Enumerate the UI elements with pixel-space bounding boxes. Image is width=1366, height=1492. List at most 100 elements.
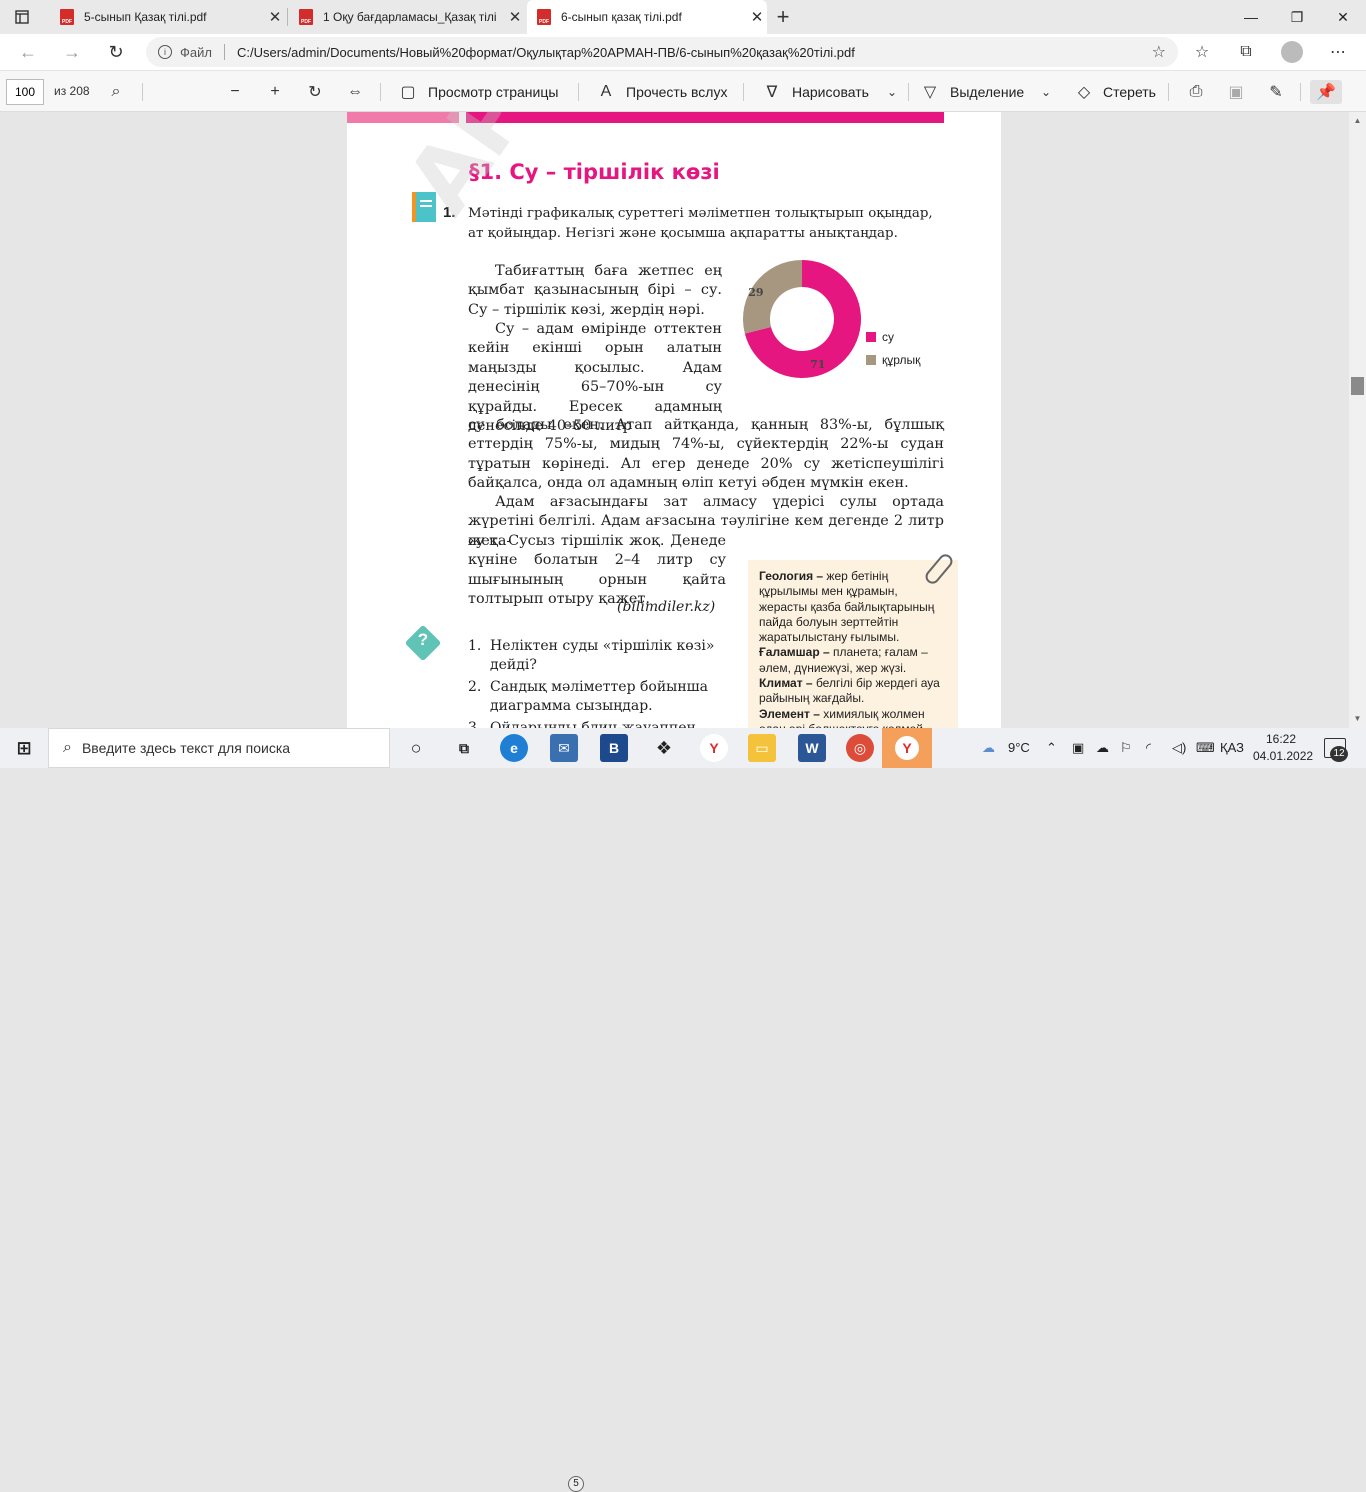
dropbox-icon[interactable]: ❖	[650, 734, 678, 762]
info-icon[interactable]: i	[158, 45, 172, 59]
save-icon[interactable]: ▣	[1224, 80, 1248, 104]
taskbar: ⊞ ⌕ Введите здесь текст для поиска ○ ⧉ e…	[0, 728, 1366, 1492]
toolbar-divider	[1300, 83, 1301, 101]
url-divider	[223, 44, 225, 60]
read-aloud-icon[interactable]: A	[594, 80, 618, 104]
pdf-page: §1. Су – тіршілік көзі 1. Мәтінді график…	[347, 112, 1001, 728]
weather-icon[interactable]: ☁	[982, 740, 995, 756]
questions-list: 1. Неліктен суды «тіршілік көзі» дейді? 2.…	[468, 637, 728, 728]
rotate-icon[interactable]: ↻	[303, 80, 327, 104]
legend-label: құрлық	[882, 353, 921, 367]
paragraph-3: су болады екен. Атап айтқанда, қанның 83…	[468, 417, 944, 492]
question-number: 3.	[468, 720, 482, 728]
refresh-icon[interactable]: ↻	[102, 38, 130, 66]
scroll-up-icon[interactable]: ▲	[1351, 116, 1364, 128]
section-heading: §1. Су – тіршілік көзі	[469, 160, 720, 184]
data-label: 71	[810, 358, 825, 371]
restore-icon[interactable]: ❐	[1274, 0, 1320, 34]
glossary-entry: Ғаламшар – планета; ғалам – әлем, дүниеж…	[759, 645, 948, 676]
favorites-icon[interactable]: ☆	[1188, 38, 1216, 66]
tab-label: 1 Оқу бағдарламасы_Қазақ тілі	[323, 10, 497, 24]
word-icon[interactable]: W	[798, 734, 826, 762]
language-indicator[interactable]: ҚАЗ	[1220, 740, 1244, 755]
legend-label: су	[882, 330, 894, 344]
forward-icon[interactable]: →	[58, 38, 86, 66]
question-mark: ?	[417, 630, 429, 649]
scroll-down-icon[interactable]: ▼	[1351, 714, 1364, 726]
tab-actions-icon[interactable]	[8, 3, 36, 31]
clock-date[interactable]: 04.01.2022	[1253, 749, 1313, 763]
yandex-icon[interactable]: Y	[700, 734, 728, 762]
print-icon[interactable]: ⎙	[1184, 80, 1208, 104]
highlight-button[interactable]: Выделение	[950, 84, 1024, 100]
clock-time[interactable]: 16:22	[1266, 732, 1296, 746]
mail-badge: 5	[568, 1476, 584, 1492]
eraser-icon[interactable]: ◇	[1072, 80, 1096, 104]
yandex-browser-active[interactable]: Y	[882, 728, 932, 768]
close-icon[interactable]: ✕	[747, 8, 767, 26]
keyboard-icon[interactable]: ⌨	[1196, 740, 1215, 756]
page-view-button[interactable]: Просмотр страницы	[428, 84, 558, 100]
page-number-input[interactable]: 100	[6, 79, 44, 105]
highlight-icon[interactable]: ▽	[918, 80, 942, 104]
scheme-label: Файл	[180, 44, 212, 60]
erase-button[interactable]: Стереть	[1103, 84, 1156, 100]
file-explorer-icon[interactable]: ▭	[748, 734, 776, 762]
show-hidden-icons[interactable]: ⌃	[1046, 740, 1057, 756]
chevron-down-icon[interactable]: ⌄	[880, 80, 904, 104]
page-view-icon[interactable]: ▢	[396, 80, 420, 104]
add-favorite-icon[interactable]: ☆	[1152, 42, 1166, 62]
fit-page-icon[interactable]: ⇔	[343, 80, 367, 104]
draw-icon[interactable]: ∇	[760, 80, 784, 104]
meet-now-icon[interactable]: ▣	[1072, 740, 1084, 756]
glossary-box: Геология – жер бетінің құрылымы мен құра…	[748, 560, 958, 728]
toolbar-divider	[1168, 83, 1169, 101]
tab-label: 6-сынып қазақ тілі.pdf	[561, 10, 682, 24]
header-band	[466, 112, 944, 123]
taskbar-search[interactable]: ⌕ Введите здесь текст для поиска	[48, 728, 390, 768]
zoom-out-icon[interactable]: −	[223, 80, 247, 104]
tab-1[interactable]: PDF 5-сынып Қазақ тілі.pdf ✕	[48, 0, 285, 34]
mail-icon[interactable]: ✉	[550, 734, 578, 762]
profile-avatar[interactable]	[1278, 38, 1306, 66]
tab-2[interactable]: PDF 1 Оқу бағдарламасы_Қазақ тілі ✕	[289, 0, 525, 34]
header-band-left	[347, 112, 459, 123]
url-field[interactable]: i Файл C:/Users/admin/Documents/Новый%20…	[146, 37, 1178, 67]
edge-icon[interactable]: e	[500, 734, 528, 762]
onedrive-icon[interactable]: ☁	[1096, 740, 1109, 756]
close-icon[interactable]: ✕	[505, 8, 525, 26]
more-icon[interactable]: ⋯	[1324, 38, 1352, 66]
chrome-icon[interactable]: ◎	[846, 734, 874, 762]
pdf-icon: PDF	[299, 9, 313, 25]
zoom-in-icon[interactable]: +	[263, 80, 287, 104]
search-icon[interactable]: ⌕	[104, 80, 128, 104]
pin-icon[interactable]: 📌	[1310, 80, 1342, 104]
back-icon[interactable]: ←	[14, 38, 42, 66]
network-icon[interactable]: ◜	[1146, 740, 1151, 756]
app-b-icon[interactable]: B	[600, 734, 628, 762]
new-tab-icon[interactable]: +	[769, 3, 797, 31]
window-close-icon[interactable]: ✕	[1320, 0, 1366, 34]
read-aloud-button[interactable]: Прочесть вслух	[626, 84, 727, 100]
security-icon[interactable]: ⚐	[1120, 740, 1132, 756]
scrollbar[interactable]	[1349, 112, 1366, 728]
speaker-icon[interactable]: ◁)	[1172, 740, 1186, 756]
toolbar-divider	[908, 83, 909, 101]
task-view-icon[interactable]: ⧉	[450, 734, 478, 762]
donut-chart: 71 29 су құрлық	[743, 260, 921, 378]
save-as-icon[interactable]: ✎	[1264, 80, 1288, 104]
minimize-icon[interactable]: —	[1228, 0, 1274, 34]
close-icon[interactable]: ✕	[265, 8, 285, 26]
tab-3[interactable]: PDF 6-сынып қазақ тілі.pdf ✕	[527, 0, 767, 34]
scroll-thumb[interactable]	[1351, 377, 1364, 395]
chevron-down-icon[interactable]: ⌄	[1034, 80, 1058, 104]
temperature[interactable]: 9°C	[1008, 740, 1030, 755]
search-placeholder: Введите здесь текст для поиска	[81, 740, 291, 756]
collections-icon[interactable]: ⧉	[1232, 38, 1260, 66]
windows-start-icon[interactable]: ⊞	[10, 734, 38, 762]
draw-button[interactable]: Нарисовать	[792, 84, 869, 100]
pdf-viewer[interactable]: §1. Су – тіршілік көзі 1. Мәтінді график…	[0, 112, 1366, 728]
glossary-term: Элемент –	[759, 706, 820, 721]
cortana-icon[interactable]: ○	[402, 734, 430, 762]
toolbar-divider	[142, 83, 143, 101]
